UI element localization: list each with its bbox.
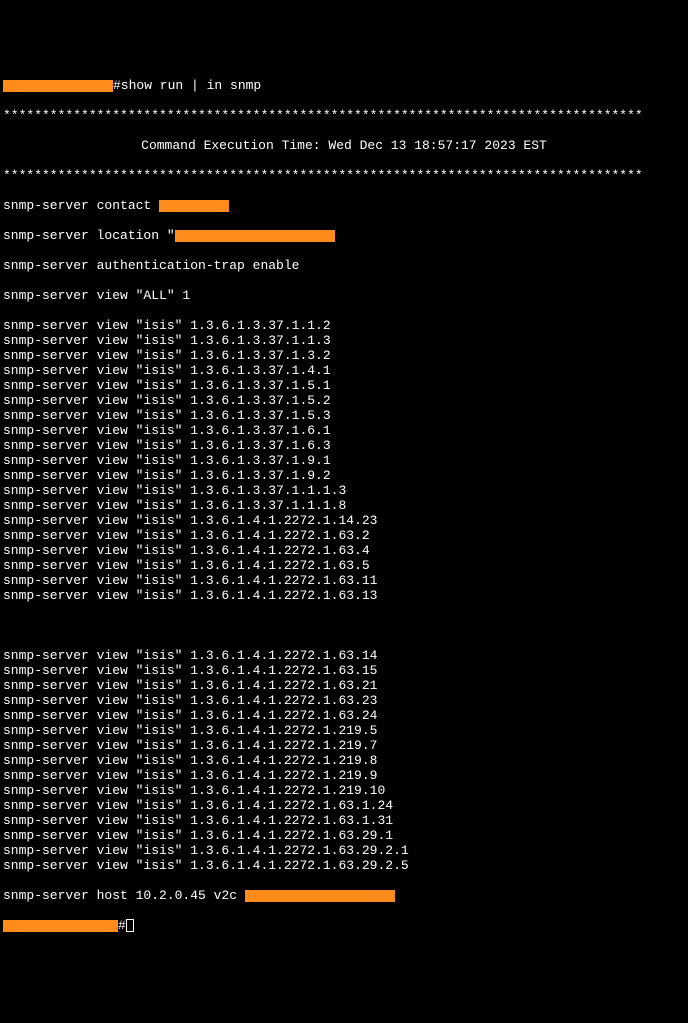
isis-view-line: snmp-server view "isis" 1.3.6.1.3.37.1.9… [3,468,685,483]
isis-view-line: snmp-server view "isis" 1.3.6.1.3.37.1.1… [3,318,685,333]
final-prompt-line[interactable]: # [3,918,685,933]
isis-view-line: snmp-server view "isis" 1.3.6.1.4.1.2272… [3,843,685,858]
isis-lines-block-2: snmp-server view "isis" 1.3.6.1.4.1.2272… [3,648,685,873]
contact-prefix: snmp-server contact [3,198,159,213]
redacted-final-hostname [3,920,118,932]
prompt-line: #show run | in snmp [3,78,685,93]
isis-view-line: snmp-server view "isis" 1.3.6.1.4.1.2272… [3,693,685,708]
isis-view-line: snmp-server view "isis" 1.3.6.1.3.37.1.1… [3,483,685,498]
redacted-community [245,890,395,902]
separator-line: ****************************************… [3,168,685,183]
location-line: snmp-server location " [3,228,685,243]
blank-line [3,618,685,633]
isis-view-line: snmp-server view "isis" 1.3.6.1.4.1.2272… [3,588,685,603]
redacted-contact [159,200,229,212]
isis-view-line: snmp-server view "isis" 1.3.6.1.4.1.2272… [3,513,685,528]
view-all-line: snmp-server view "ALL" 1 [3,288,685,303]
isis-view-line: snmp-server view "isis" 1.3.6.1.4.1.2272… [3,528,685,543]
isis-view-line: snmp-server view "isis" 1.3.6.1.3.37.1.4… [3,363,685,378]
isis-view-line: snmp-server view "isis" 1.3.6.1.4.1.2272… [3,708,685,723]
isis-lines-block-1: snmp-server view "isis" 1.3.6.1.3.37.1.1… [3,318,685,603]
isis-view-line: snmp-server view "isis" 1.3.6.1.3.37.1.6… [3,423,685,438]
terminal-output: #show run | in snmp ********************… [3,63,685,948]
isis-view-line: snmp-server view "isis" 1.3.6.1.4.1.2272… [3,723,685,738]
cursor [126,919,134,932]
isis-view-line: snmp-server view "isis" 1.3.6.1.4.1.2272… [3,783,685,798]
isis-view-line: snmp-server view "isis" 1.3.6.1.4.1.2272… [3,573,685,588]
isis-view-line: snmp-server view "isis" 1.3.6.1.3.37.1.9… [3,453,685,468]
isis-view-line: snmp-server view "isis" 1.3.6.1.4.1.2272… [3,813,685,828]
isis-view-line: snmp-server view "isis" 1.3.6.1.4.1.2272… [3,558,685,573]
isis-view-line: snmp-server view "isis" 1.3.6.1.4.1.2272… [3,678,685,693]
final-hash: # [118,918,126,933]
redacted-location [175,230,335,242]
isis-view-line: snmp-server view "isis" 1.3.6.1.4.1.2272… [3,768,685,783]
isis-view-line: snmp-server view "isis" 1.3.6.1.3.37.1.1… [3,333,685,348]
location-prefix: snmp-server location " [3,228,175,243]
isis-view-line: snmp-server view "isis" 1.3.6.1.3.37.1.3… [3,348,685,363]
host-mid: v2c [206,888,245,903]
auth-trap-line: snmp-server authentication-trap enable [3,258,685,273]
separator-line: ****************************************… [3,108,685,123]
contact-line: snmp-server contact [3,198,685,213]
isis-view-line: snmp-server view "isis" 1.3.6.1.4.1.2272… [3,828,685,843]
isis-view-line: snmp-server view "isis" 1.3.6.1.4.1.2272… [3,648,685,663]
redacted-hostname [3,80,113,92]
isis-view-line: snmp-server view "isis" 1.3.6.1.3.37.1.5… [3,378,685,393]
isis-view-line: snmp-server view "isis" 1.3.6.1.4.1.2272… [3,738,685,753]
isis-view-line: snmp-server view "isis" 1.3.6.1.3.37.1.5… [3,408,685,423]
isis-view-line: snmp-server view "isis" 1.3.6.1.3.37.1.1… [3,498,685,513]
isis-view-line: snmp-server view "isis" 1.3.6.1.4.1.2272… [3,543,685,558]
host-ip: 10.2.0.45 [136,888,206,903]
isis-view-line: snmp-server view "isis" 1.3.6.1.3.37.1.5… [3,393,685,408]
host-prefix: snmp-server host [3,888,136,903]
command-text: #show run | in snmp [113,78,261,93]
isis-view-line: snmp-server view "isis" 1.3.6.1.4.1.2272… [3,858,685,873]
exec-time-line: Command Execution Time: Wed Dec 13 18:57… [3,138,685,153]
isis-view-line: snmp-server view "isis" 1.3.6.1.4.1.2272… [3,753,685,768]
isis-view-line: snmp-server view "isis" 1.3.6.1.3.37.1.6… [3,438,685,453]
host-line: snmp-server host 10.2.0.45 v2c [3,888,685,903]
isis-view-line: snmp-server view "isis" 1.3.6.1.4.1.2272… [3,798,685,813]
